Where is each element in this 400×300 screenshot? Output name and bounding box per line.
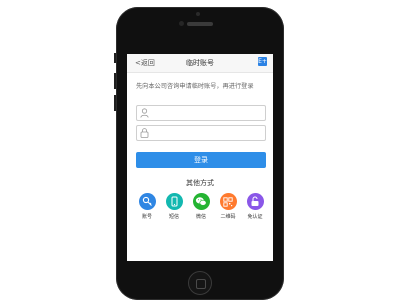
phone-frame: <返回 临时账号 E+ 先向本公司咨询申请临时账号，再进行登录 登录 其他方式 xyxy=(114,7,284,300)
phone-icon[interactable] xyxy=(165,193,183,210)
wechat-icon[interactable] xyxy=(192,193,210,210)
home-button[interactable] xyxy=(188,271,212,295)
exit-icon[interactable]: E+ xyxy=(258,57,267,66)
volume-down-button xyxy=(114,95,116,111)
method-label: 免认证 xyxy=(247,214,263,220)
qrcode-icon[interactable] xyxy=(219,193,237,210)
page-title: 临时账号 xyxy=(186,59,214,67)
other-methods-title: 其他方式 xyxy=(186,179,214,187)
method-qrcode[interactable]: 二维码 xyxy=(216,193,240,220)
app-screen: <返回 临时账号 E+ 先向本公司咨询申请临时账号，再进行登录 登录 其他方式 xyxy=(127,54,273,261)
navigation-bar: <返回 临时账号 E+ xyxy=(127,54,273,73)
user-icon xyxy=(140,108,149,118)
earpiece xyxy=(187,22,213,26)
method-no-auth[interactable]: 免认证 xyxy=(243,193,267,220)
notice-text: 先向本公司咨询申请临时账号，再进行登录 xyxy=(136,83,254,90)
method-account[interactable]: 账号 xyxy=(135,193,159,220)
method-label: 账号 xyxy=(141,214,152,220)
lock-icon xyxy=(140,128,149,138)
front-camera-icon xyxy=(179,21,184,26)
method-label: 二维码 xyxy=(220,214,236,220)
key-icon[interactable] xyxy=(138,193,156,210)
method-sms[interactable]: 短信 xyxy=(162,193,186,220)
username-input[interactable] xyxy=(151,107,261,118)
camera-icon xyxy=(196,12,200,16)
login-methods: 账号 短信 微信 二维码 免认证 xyxy=(135,193,267,233)
unlock-icon[interactable] xyxy=(246,193,264,210)
password-input[interactable] xyxy=(151,127,261,138)
username-field[interactable] xyxy=(136,105,266,121)
password-field[interactable] xyxy=(136,125,266,141)
login-button[interactable]: 登录 xyxy=(136,152,266,168)
method-label: 短信 xyxy=(168,214,179,220)
mute-switch xyxy=(114,53,116,63)
method-label: 微信 xyxy=(195,214,206,220)
method-wechat[interactable]: 微信 xyxy=(189,193,213,220)
volume-up-button xyxy=(114,73,116,89)
